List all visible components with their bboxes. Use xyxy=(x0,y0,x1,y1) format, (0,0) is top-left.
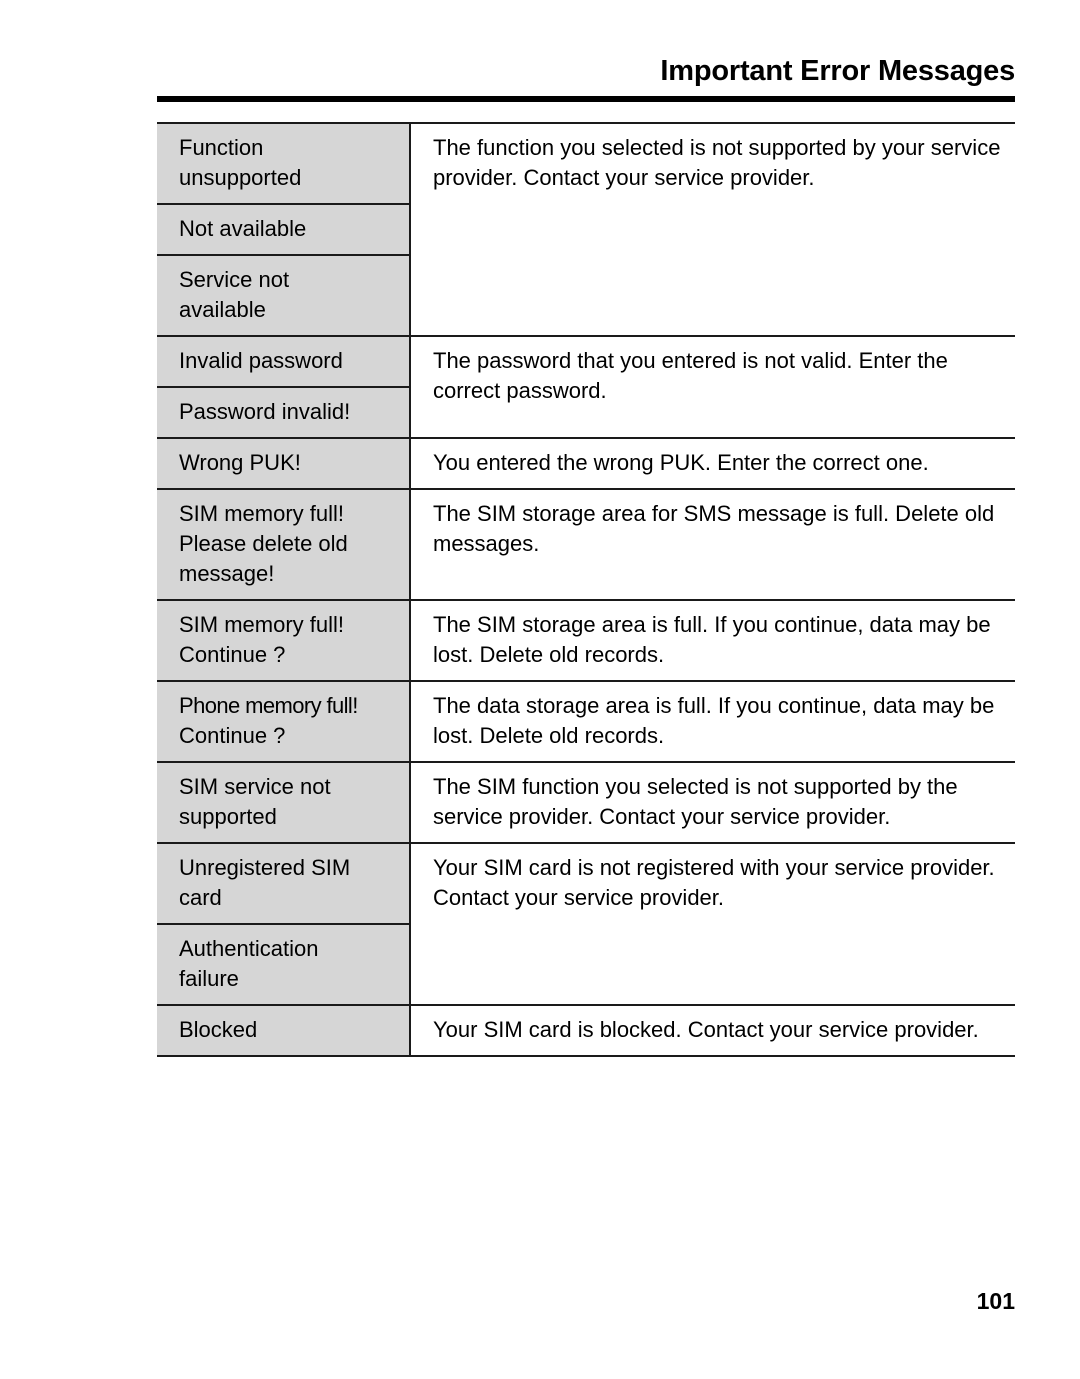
error-message-line: SIM memory full! xyxy=(179,612,345,637)
error-message-line: Function xyxy=(179,135,264,160)
error-message-line: supported xyxy=(179,804,277,829)
error-message-line: Wrong PUK! xyxy=(179,450,301,475)
error-message-line: unsupported xyxy=(179,165,302,190)
manual-page: Important Error Messages Function unsuppo… xyxy=(0,0,1080,1379)
table-row: Phone memory full! Continue ? The data sto… xyxy=(157,680,1015,762)
error-message-line: Service not xyxy=(179,267,290,292)
error-message-line: Password invalid! xyxy=(179,399,351,424)
error-description-cell: The password that you entered is not val… xyxy=(410,335,1015,438)
error-message-cell: Authentication failure xyxy=(157,923,411,1005)
table-bottom-rule xyxy=(157,1054,1015,1057)
table-row: Wrong PUK! You entered the wrong PUK. Ent… xyxy=(157,437,1015,489)
error-message-cell: Service not available xyxy=(157,254,411,336)
error-description-cell: Your SIM card is not registered with you… xyxy=(410,842,1015,1005)
table-row: Invalid password The password that you en… xyxy=(157,335,1015,438)
page-title: Important Error Messages xyxy=(660,55,1015,87)
error-message-cell: Unregistered SIM card xyxy=(157,842,411,924)
error-message-cell: Function unsupported xyxy=(157,122,411,204)
error-message-line: available xyxy=(179,297,266,322)
error-message-cell: Not available xyxy=(157,203,411,255)
table-row: SIM service not supported The SIM function… xyxy=(157,761,1015,843)
error-message-line: SIM service not xyxy=(179,774,331,799)
header-rule xyxy=(157,96,1015,102)
error-message-line: message! xyxy=(179,561,275,586)
error-message-line: Blocked xyxy=(179,1017,258,1042)
table-row: SIM memory full! Please delete old message… xyxy=(157,488,1015,600)
table-bottom-rule-right xyxy=(410,1054,1015,1057)
error-description-cell: The SIM function you selected is not sup… xyxy=(410,761,1015,843)
table-row: Blocked Your SIM card is blocked. Contact… xyxy=(157,1004,1015,1055)
table-row: Function unsupported The function you sele… xyxy=(157,122,1015,336)
error-message-line: Authentication xyxy=(179,936,319,961)
error-messages-table: Function unsupported The function you sele… xyxy=(157,122,1015,1057)
error-description-cell: The function you selected is not support… xyxy=(410,122,1015,336)
error-message-line: Phone memory full! xyxy=(179,693,358,718)
error-description-cell: You entered the wrong PUK. Enter the cor… xyxy=(410,437,1015,489)
error-message-cell: Blocked xyxy=(157,1004,411,1055)
error-message-line: card xyxy=(179,885,222,910)
running-header: Important Error Messages xyxy=(157,54,1015,88)
error-description-cell: The SIM storage area for SMS message is … xyxy=(410,488,1015,600)
error-message-line: SIM memory full! xyxy=(179,501,345,526)
error-message-cell: SIM memory full! Continue ? xyxy=(157,599,411,681)
table-row: SIM memory full! Continue ? The SIM storag… xyxy=(157,599,1015,681)
error-message-cell: SIM service not supported xyxy=(157,761,411,843)
error-message-line: Invalid password xyxy=(179,348,343,373)
error-message-line: Continue ? xyxy=(179,642,286,667)
error-description-cell: Your SIM card is blocked. Contact your s… xyxy=(410,1004,1015,1055)
table-bottom-rule-left xyxy=(157,1054,410,1057)
error-message-cell: SIM memory full! Please delete old message… xyxy=(157,488,411,600)
error-message-cell: Wrong PUK! xyxy=(157,437,411,489)
error-message-line: Continue ? xyxy=(179,723,286,748)
table-row: Unregistered SIM card Your SIM card is not… xyxy=(157,842,1015,1005)
error-messages-table-body: Function unsupported The function you sele… xyxy=(157,122,1015,1057)
error-message-line: failure xyxy=(179,966,239,991)
error-message-cell: Invalid password xyxy=(157,335,411,387)
error-message-cell: Password invalid! xyxy=(157,386,411,438)
error-message-line: Unregistered SIM xyxy=(179,855,351,880)
error-message-cell: Phone memory full! Continue ? xyxy=(157,680,411,762)
error-message-line: Please delete old xyxy=(179,531,348,556)
page-number: 101 xyxy=(976,1288,1015,1314)
error-description-cell: The data storage area is full. If you co… xyxy=(410,680,1015,762)
error-description-cell: The SIM storage area is full. If you con… xyxy=(410,599,1015,681)
error-message-line: Not available xyxy=(179,216,307,241)
